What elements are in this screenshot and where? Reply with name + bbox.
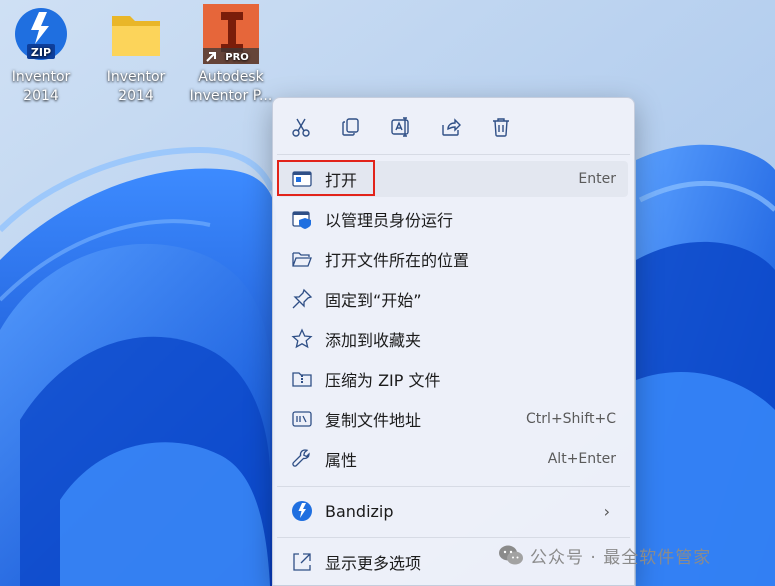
menu-item-pin-to-start[interactable]: 固定到“开始”	[277, 281, 628, 317]
svg-text:ZIP: ZIP	[31, 46, 51, 59]
submenu-arrow-icon: ›	[603, 501, 610, 521]
highlight-box	[277, 160, 375, 196]
context-menu-toolbar	[281, 106, 531, 148]
menu-item-label: 添加到收藏夹	[325, 331, 422, 350]
zip-folder-icon	[289, 368, 315, 390]
wechat-icon	[499, 545, 523, 565]
copy-button[interactable]	[331, 106, 371, 148]
wrench-icon	[289, 448, 315, 470]
desktop-icon-inventor-zip[interactable]: ZIP Inventor 2014	[0, 4, 89, 106]
admin-shield-icon	[289, 208, 315, 230]
bandizip-icon	[289, 500, 315, 522]
rename-button[interactable]	[381, 106, 421, 148]
menu-separator	[277, 537, 630, 538]
menu-item-shortcut: Alt+Enter	[547, 451, 616, 467]
scissors-icon	[292, 118, 310, 137]
desktop-icon-label: 2014	[118, 88, 154, 104]
autodesk-inventor-icon: PRO	[203, 4, 259, 64]
share-icon	[442, 118, 461, 136]
menu-item-label: 打开文件所在的位置	[325, 251, 470, 270]
menu-item-open-file-location[interactable]: 打开文件所在的位置	[277, 241, 628, 277]
desktop-icon-autodesk-inventor[interactable]: PRO Autodesk Inventor P...	[183, 4, 279, 106]
star-icon	[289, 328, 315, 350]
desktop-icon-label: 2014	[23, 88, 59, 104]
watermark-text: 公众号 · 最全软件管家	[530, 547, 712, 568]
zip-archive-icon: ZIP	[13, 4, 69, 64]
pin-icon	[289, 288, 315, 310]
menu-item-properties[interactable]: 属性 Alt+Enter	[277, 441, 628, 477]
menu-separator	[277, 486, 630, 487]
cut-button[interactable]	[281, 106, 321, 148]
folder-icon	[108, 4, 164, 64]
desktop-icon-label: Inventor P...	[189, 88, 273, 104]
menu-item-add-to-favorites[interactable]: 添加到收藏夹	[277, 321, 628, 357]
rename-icon	[391, 117, 409, 137]
menu-item-label: 固定到“开始”	[325, 291, 422, 310]
menu-item-label: 以管理员身份运行	[325, 211, 454, 230]
trash-icon	[493, 118, 509, 137]
menu-item-shortcut: Ctrl+Shift+C	[526, 411, 616, 427]
desktop-icon-label: Autodesk	[198, 69, 264, 85]
folder-open-icon	[289, 248, 315, 270]
menu-item-label: 压缩为 ZIP 文件	[325, 371, 441, 390]
delete-button[interactable]	[481, 106, 521, 148]
menu-item-label: 属性	[325, 451, 358, 470]
menu-item-bandizip[interactable]: Bandizip ›	[277, 493, 628, 529]
desktop-icon-inventor-folder[interactable]: Inventor 2014	[88, 4, 184, 106]
menu-separator	[277, 154, 630, 155]
menu-item-label: 复制文件地址	[325, 411, 422, 430]
share-button[interactable]	[431, 106, 471, 148]
menu-item-compress-zip[interactable]: 压缩为 ZIP 文件	[277, 361, 628, 397]
desktop-icon-label: Inventor	[106, 69, 166, 85]
menu-item-copy-path[interactable]: 复制文件地址 Ctrl+Shift+C	[277, 401, 628, 437]
desktop-icon-label: Inventor	[11, 69, 71, 85]
menu-item-label: Bandizip	[325, 501, 394, 521]
svg-text:PRO: PRO	[225, 52, 249, 63]
more-options-icon	[289, 551, 315, 573]
menu-item-run-as-admin[interactable]: 以管理员身份运行	[277, 201, 628, 237]
context-menu: 打开 Enter 以管理员身份运行 打开文件所在的位置 固定到“开始” 添加到收…	[272, 97, 635, 586]
copy-icon	[342, 118, 359, 136]
copy-path-icon	[289, 408, 315, 430]
menu-item-shortcut: Enter	[578, 171, 616, 187]
watermark: 公众号 · 最全软件管家	[498, 542, 711, 568]
